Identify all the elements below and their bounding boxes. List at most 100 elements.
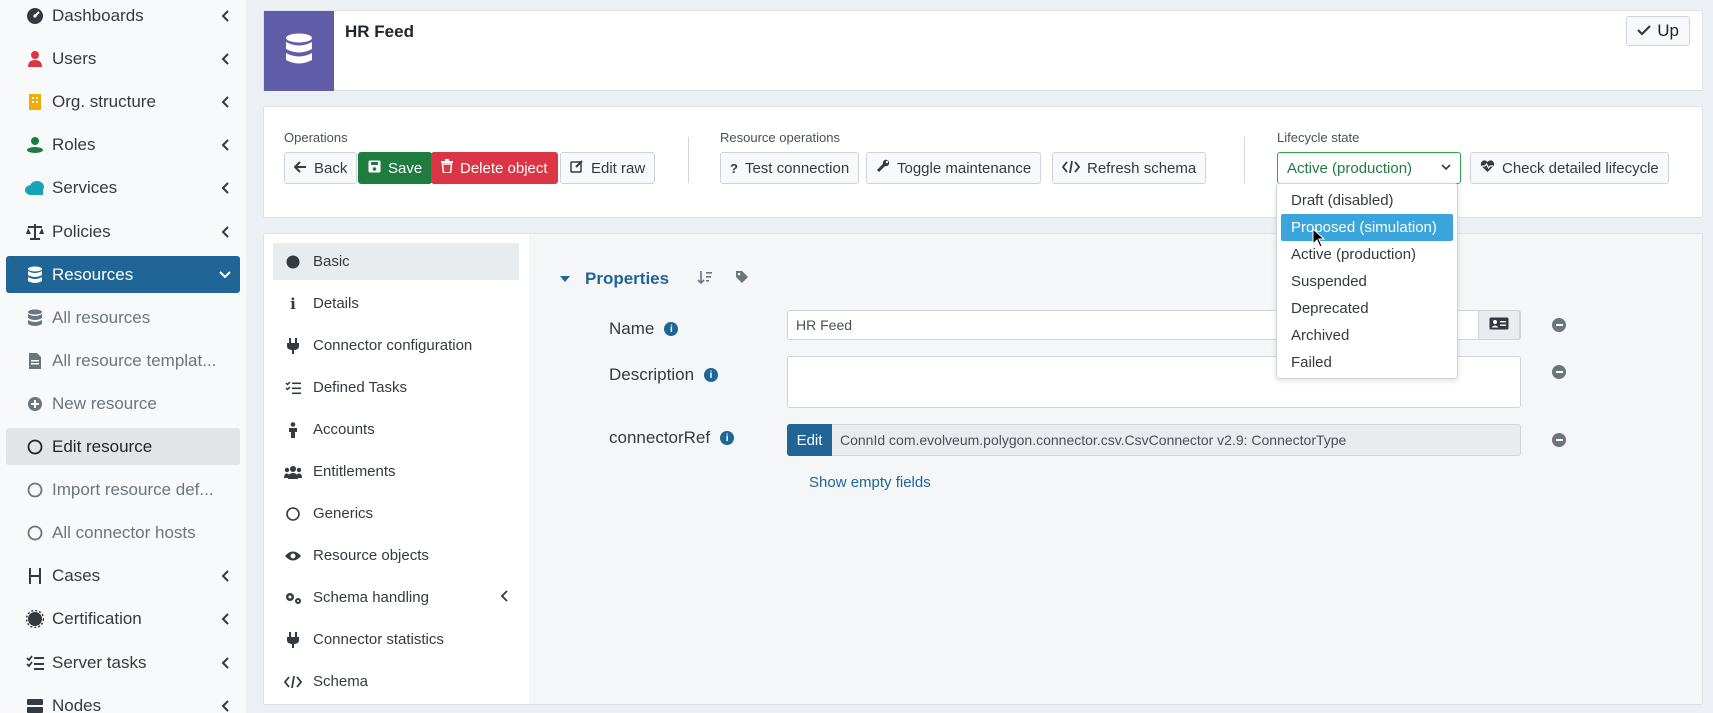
show-empty-fields-link[interactable]: Show empty fields (809, 474, 931, 491)
object-header: HR Feed Up (263, 10, 1703, 91)
question-icon: ? (730, 160, 738, 176)
edit-icon (570, 159, 584, 177)
cloud-icon (24, 177, 46, 199)
tab-connector-statistics[interactable]: Connector statistics (273, 621, 519, 658)
tab-resource-objects[interactable]: Resource objects (273, 537, 519, 574)
description-label: Description i (609, 365, 719, 385)
chevron-left-icon (499, 589, 509, 607)
lifecycle-state-select[interactable]: Active (production) (1277, 152, 1461, 184)
sidebar-item-edit-resource[interactable]: Edit resource (6, 428, 240, 465)
tasks-icon (24, 652, 46, 674)
database-icon (24, 264, 46, 286)
tab-accounts[interactable]: Accounts (273, 411, 519, 448)
lifecycle-option-proposed[interactable]: Proposed (simulation) (1281, 214, 1453, 241)
save-button[interactable]: Save (358, 152, 433, 184)
edit-raw-button[interactable]: Edit raw (560, 152, 656, 184)
code-icon (1061, 160, 1081, 177)
remove-description-button[interactable] (1552, 365, 1566, 379)
tab-schema-handling[interactable]: Schema handling (273, 579, 519, 616)
main-panel: Basic i Details Connector configuration … (263, 233, 1703, 705)
check-lifecycle-button[interactable]: Check detailed lifecycle (1470, 152, 1669, 184)
sidebar-item-connector-hosts[interactable]: All connector hosts (6, 514, 240, 551)
sidebar-item-certification[interactable]: Certification (6, 600, 240, 637)
test-connection-button[interactable]: ? Test connection (720, 152, 860, 184)
tab-defined-tasks[interactable]: Defined Tasks (273, 369, 519, 406)
tab-schema[interactable]: Schema (273, 663, 519, 700)
plug-icon (283, 631, 303, 648)
sidebar-item-resource-templates[interactable]: All resource templat... (6, 342, 240, 379)
info-icon[interactable]: i (704, 368, 719, 382)
sidebar-item-import-resource[interactable]: Import resource def... (6, 471, 240, 508)
remove-name-button[interactable] (1552, 318, 1566, 332)
certificate-icon (24, 608, 46, 630)
tag-icon[interactable] (735, 269, 749, 289)
refresh-schema-button[interactable]: Refresh schema (1052, 152, 1207, 184)
sidebar-item-users[interactable]: Users (6, 40, 240, 77)
sidebar-item-policies[interactable]: Policies (6, 213, 240, 250)
tab-generics[interactable]: Generics (273, 495, 519, 532)
lifecycle-option-failed[interactable]: Failed (1281, 349, 1453, 376)
toggle-maintenance-button[interactable]: Toggle maintenance (866, 152, 1042, 184)
sidebar-item-dashboards[interactable]: Dashboards (6, 0, 240, 34)
sidebar-item-org-structure[interactable]: Org. structure (6, 83, 240, 120)
chevron-left-icon (210, 52, 240, 66)
properties-title: Properties (585, 269, 670, 288)
sidebar-item-cases[interactable]: Cases (6, 557, 240, 594)
page-title: HR Feed (345, 22, 414, 41)
lifecycle-option-archived[interactable]: Archived (1281, 322, 1453, 349)
sidebar-item-server-tasks[interactable]: Server tasks (6, 644, 240, 681)
connector-ref-label: connectorRef i (609, 428, 735, 448)
id-card-button[interactable] (1478, 310, 1520, 340)
file-icon (24, 350, 46, 372)
tasks-icon (283, 380, 303, 395)
sidebar-item-resources[interactable]: Resources (6, 256, 240, 293)
divider (1244, 137, 1245, 183)
name-label: Name i (609, 319, 679, 339)
server-icon (24, 695, 46, 713)
circle-icon (283, 506, 303, 521)
tab-connector-configuration[interactable]: Connector configuration (273, 327, 519, 364)
properties-header: Properties (559, 269, 749, 289)
caret-down-icon[interactable] (559, 269, 571, 289)
id-card-icon (1489, 317, 1509, 334)
sidebar-item-new-resource[interactable]: New resource (6, 385, 240, 422)
trash-icon (441, 159, 453, 177)
tab-details[interactable]: i Details (273, 285, 519, 322)
tab-basic[interactable]: Basic (273, 243, 519, 280)
tab-entitlements[interactable]: Entitlements (273, 453, 519, 490)
circle-icon (24, 436, 46, 458)
properties-tools (697, 269, 749, 289)
cases-icon (24, 565, 46, 587)
lifecycle-option-draft[interactable]: Draft (disabled) (1281, 187, 1453, 214)
sidebar-item-nodes[interactable]: Nodes (6, 687, 240, 713)
info-icon[interactable]: i (720, 431, 735, 445)
lifecycle-label: Lifecycle state (1277, 130, 1360, 145)
chevron-left-icon (210, 612, 240, 626)
tab-navigation: Basic i Details Connector configuration … (264, 234, 529, 704)
circle-icon (24, 479, 46, 501)
delete-object-button[interactable]: Delete object (431, 152, 558, 184)
building-icon (24, 91, 46, 113)
chevron-left-icon (210, 656, 240, 670)
dashboard-icon (24, 5, 46, 27)
info-icon: i (290, 294, 296, 313)
remove-connector-ref-button[interactable] (1552, 433, 1566, 447)
lifecycle-option-deprecated[interactable]: Deprecated (1281, 295, 1453, 322)
info-icon[interactable]: i (664, 322, 679, 336)
sidebar-item-services[interactable]: Services (6, 169, 240, 206)
code-icon (283, 675, 303, 688)
chevron-left-icon (210, 699, 240, 713)
lifecycle-option-suspended[interactable]: Suspended (1281, 268, 1453, 295)
back-button[interactable]: Back (284, 152, 358, 184)
sidebar-item-roles[interactable]: Roles (6, 126, 240, 163)
heart-pulse-icon (1480, 159, 1495, 177)
lifecycle-option-active[interactable]: Active (production) (1281, 241, 1453, 268)
sidebar-item-all-resources[interactable]: All resources (6, 299, 240, 336)
eye-icon (283, 550, 303, 562)
sort-icon[interactable] (697, 269, 713, 289)
wrench-icon (876, 159, 890, 177)
up-button[interactable]: Up (1626, 16, 1690, 46)
user-icon (24, 48, 46, 70)
connector-ref-edit-button[interactable]: Edit (787, 424, 832, 456)
resource-operations-label: Resource operations (720, 130, 840, 145)
